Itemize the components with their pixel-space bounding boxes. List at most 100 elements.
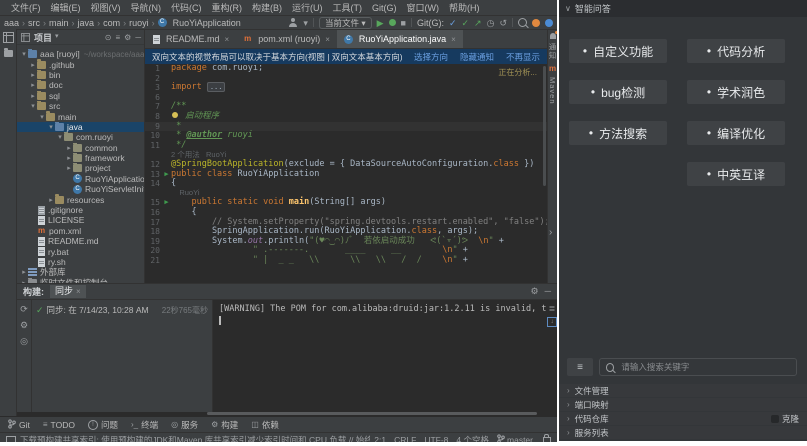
project-panel-title[interactable]: 项目: [34, 31, 52, 44]
menu-item[interactable]: 运行(U): [287, 1, 328, 14]
breadcrumb-item[interactable]: src: [28, 18, 40, 28]
caret-position[interactable]: 2:1: [374, 435, 386, 443]
settings-icon[interactable]: ⚙: [20, 320, 28, 331]
tree-chevron-icon[interactable]: ▸: [65, 144, 73, 152]
tree-chevron-icon[interactable]: ▸: [29, 71, 37, 79]
assistant-button-4[interactable]: 学术润色: [687, 80, 785, 104]
section-端口映射[interactable]: ›端口映射: [559, 398, 807, 411]
search-input[interactable]: [619, 361, 790, 373]
tree-item-[interactable]: ▸临时文件和控制台: [17, 278, 144, 283]
assistant-header[interactable]: ∨ 智能问答: [559, 0, 807, 17]
menu-item[interactable]: 构建(B): [247, 1, 287, 14]
tree-chevron-icon[interactable]: ▾: [47, 123, 55, 131]
build-console[interactable]: [WARNING] The POM for com.alibaba:druid:…: [213, 300, 547, 412]
banner-link[interactable]: 隐藏通知: [460, 51, 494, 63]
encoding[interactable]: UTF-8: [424, 435, 448, 443]
plugin-icon-blue[interactable]: [545, 19, 553, 27]
menu-item[interactable]: Git(G): [367, 3, 402, 13]
menu-item[interactable]: 代码(C): [166, 1, 207, 14]
tree-item-doc[interactable]: ▸doc: [17, 80, 144, 90]
tree-chevron-icon[interactable]: ▾: [29, 102, 37, 110]
tree-chevron-icon[interactable]: ▸: [20, 268, 28, 276]
notifications-icon[interactable]: [550, 33, 556, 39]
expand-collapse-icon[interactable]: ≡: [115, 33, 120, 42]
tree-chevron-icon[interactable]: ▸: [29, 92, 37, 100]
clone-button[interactable]: 克隆: [771, 413, 799, 425]
chevron-down-icon[interactable]: ▾: [303, 18, 308, 28]
toolwindow-button-problems[interactable]: !问题: [88, 419, 118, 431]
editor-tab[interactable]: mpom.xml (ruoyi)×: [236, 30, 337, 48]
tree-item-sql[interactable]: ▸sql: [17, 91, 144, 101]
assistant-button-5[interactable]: 方法搜索: [569, 121, 667, 145]
breadcrumb-item[interactable]: ruoyi: [129, 18, 149, 28]
close-icon[interactable]: ×: [451, 35, 456, 44]
splitter-collapse-icon[interactable]: ›: [549, 227, 552, 238]
git-update-button[interactable]: ✓: [449, 18, 457, 28]
console-horizontal-scrollbar[interactable]: [17, 412, 557, 416]
tree-chevron-icon[interactable]: ▾: [56, 133, 64, 141]
sync-status-row[interactable]: ✓ 同步: 在 7/14/23, 10:28 AM 22秒765毫秒: [36, 304, 208, 316]
hide-panel-icon[interactable]: ─: [135, 33, 141, 42]
breadcrumb-item[interactable]: aaa: [4, 18, 19, 28]
git-push-button[interactable]: ↗: [474, 18, 482, 28]
build-tab-sync[interactable]: 同步×: [50, 285, 86, 298]
tree-item-common[interactable]: ▸common: [17, 143, 144, 153]
search-icon[interactable]: [518, 18, 527, 27]
menu-item[interactable]: 导航(N): [126, 1, 167, 14]
menu-button[interactable]: ≡: [567, 358, 593, 376]
close-icon[interactable]: ×: [225, 35, 230, 44]
run-arrow-icon[interactable]: ▶: [162, 170, 171, 180]
scroll-to-end-icon[interactable]: ↓: [547, 317, 557, 327]
editor-tab[interactable]: CRuoYiApplication.java×: [337, 30, 463, 48]
git-branch-widget[interactable]: master: [497, 434, 533, 443]
line-ending[interactable]: CRLF: [394, 435, 416, 443]
maven-icon[interactable]: m: [549, 64, 556, 73]
close-icon[interactable]: ×: [325, 35, 330, 44]
intention-bulb-icon[interactable]: [172, 112, 178, 118]
section-代码仓库[interactable]: ›代码仓库克隆: [559, 412, 807, 425]
toolwindow-button-terminal[interactable]: ›_终端: [131, 419, 158, 431]
tree-item-RuoYiApplication[interactable]: CRuoYiApplication: [17, 174, 144, 184]
tree-item-com.ruoyi[interactable]: ▾com.ruoyi: [17, 132, 144, 142]
menu-item[interactable]: 工具(T): [328, 1, 368, 14]
locate-file-icon[interactable]: ⊙: [105, 33, 112, 42]
notifications-label[interactable]: 通知: [547, 43, 557, 60]
section-服务列表[interactable]: ›服务列表: [559, 426, 807, 439]
tree-item-main[interactable]: ▾main: [17, 111, 144, 121]
rollback-icon[interactable]: ↺: [499, 18, 507, 28]
breadcrumb-item[interactable]: com: [103, 18, 120, 28]
chevron-down-icon[interactable]: ▾: [55, 32, 59, 42]
menu-item[interactable]: 重构(R): [207, 1, 248, 14]
filter-icon[interactable]: ◎: [20, 336, 28, 347]
tree-chevron-icon[interactable]: ▸: [29, 61, 37, 69]
tree-item-ry.bat[interactable]: ry.bat: [17, 246, 144, 256]
menu-item[interactable]: 编辑(E): [46, 1, 86, 14]
toolwindow-button-todo[interactable]: ≡TODO: [43, 420, 75, 430]
assistant-button-7[interactable]: 中英互译: [687, 162, 785, 186]
tree-item-LICENSE[interactable]: LICENSE: [17, 215, 144, 225]
tree-item-[interactable]: ▸外部库: [17, 267, 144, 277]
maven-label[interactable]: Maven: [548, 77, 557, 105]
user-icon[interactable]: [289, 18, 298, 27]
tree-item-bin[interactable]: ▸bin: [17, 70, 144, 80]
run-arrow-icon[interactable]: ▶: [162, 198, 171, 208]
git-commit-button[interactable]: ✓: [462, 18, 470, 28]
editor-tab[interactable]: README.md×: [145, 30, 236, 48]
hide-panel-icon[interactable]: ─: [545, 286, 551, 297]
run-configuration-select[interactable]: 当前文件 ▾: [319, 17, 372, 29]
debug-button[interactable]: [389, 19, 396, 26]
tree-chevron-icon[interactable]: ▸: [65, 154, 73, 162]
breadcrumb-item[interactable]: java: [78, 18, 95, 28]
tree-chevron-icon[interactable]: ▸: [29, 81, 37, 89]
assistant-button-3[interactable]: bug检测: [569, 80, 667, 104]
assistant-button-2[interactable]: 代码分析: [687, 39, 785, 63]
tree-item-project[interactable]: ▸project: [17, 163, 144, 173]
editor-scrollbar[interactable]: [543, 66, 546, 186]
soft-wrap-icon[interactable]: ≣: [549, 304, 556, 313]
toolwindow-button-services[interactable]: ◎服务: [171, 419, 198, 431]
status-message[interactable]: 下载预构建共享索引: 使用预构建的JDK和Maven 库共享索引减少索引时间和 …: [20, 434, 370, 443]
menu-item[interactable]: 视图(V): [86, 1, 126, 14]
tree-item-.github[interactable]: ▸.github: [17, 59, 144, 69]
plugin-icon-orange[interactable]: [532, 19, 540, 27]
index-download-icon[interactable]: [6, 436, 16, 443]
